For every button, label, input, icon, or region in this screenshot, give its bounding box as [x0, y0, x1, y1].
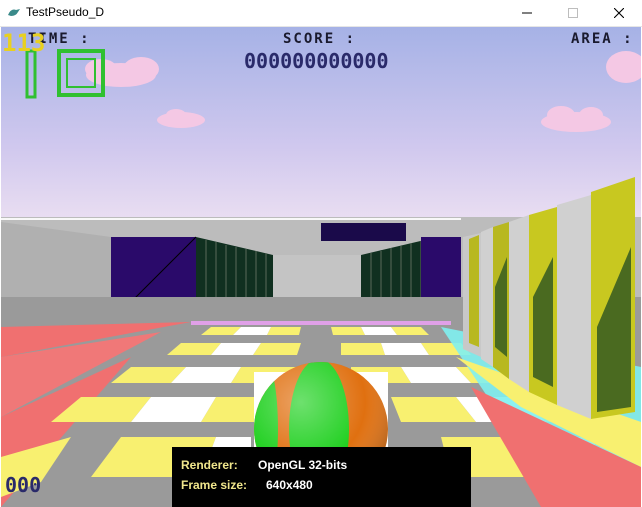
maximize-button[interactable]: [550, 0, 596, 26]
close-button[interactable]: [596, 0, 642, 26]
maximize-icon: [568, 8, 578, 18]
game-scene: [1, 27, 641, 507]
app-icon: [8, 9, 20, 16]
title-bar[interactable]: TestPseudo_D: [0, 0, 642, 27]
info-panel: Renderer: OpenGL 32-bits Frame size: 640…: [172, 447, 471, 507]
window-title: TestPseudo_D: [26, 5, 105, 19]
minimize-icon: [522, 12, 532, 14]
area-label: AREA :: [571, 31, 634, 47]
minimize-button[interactable]: [504, 0, 550, 26]
score-value: 000000000000: [244, 49, 389, 73]
game-viewport[interactable]: TIME : 113 SCORE : 000000000000 AREA : 0…: [1, 27, 641, 507]
renderer-label: Renderer:: [181, 458, 238, 472]
time-value: 113: [2, 29, 46, 57]
frame-size-label: Frame size:: [181, 478, 248, 492]
close-icon: [614, 8, 624, 18]
renderer-value: OpenGL 32-bits: [258, 458, 348, 472]
frame-size-value: 640x480: [266, 478, 313, 492]
score-label: SCORE :: [283, 31, 357, 47]
bottom-counter: 000: [5, 473, 42, 497]
